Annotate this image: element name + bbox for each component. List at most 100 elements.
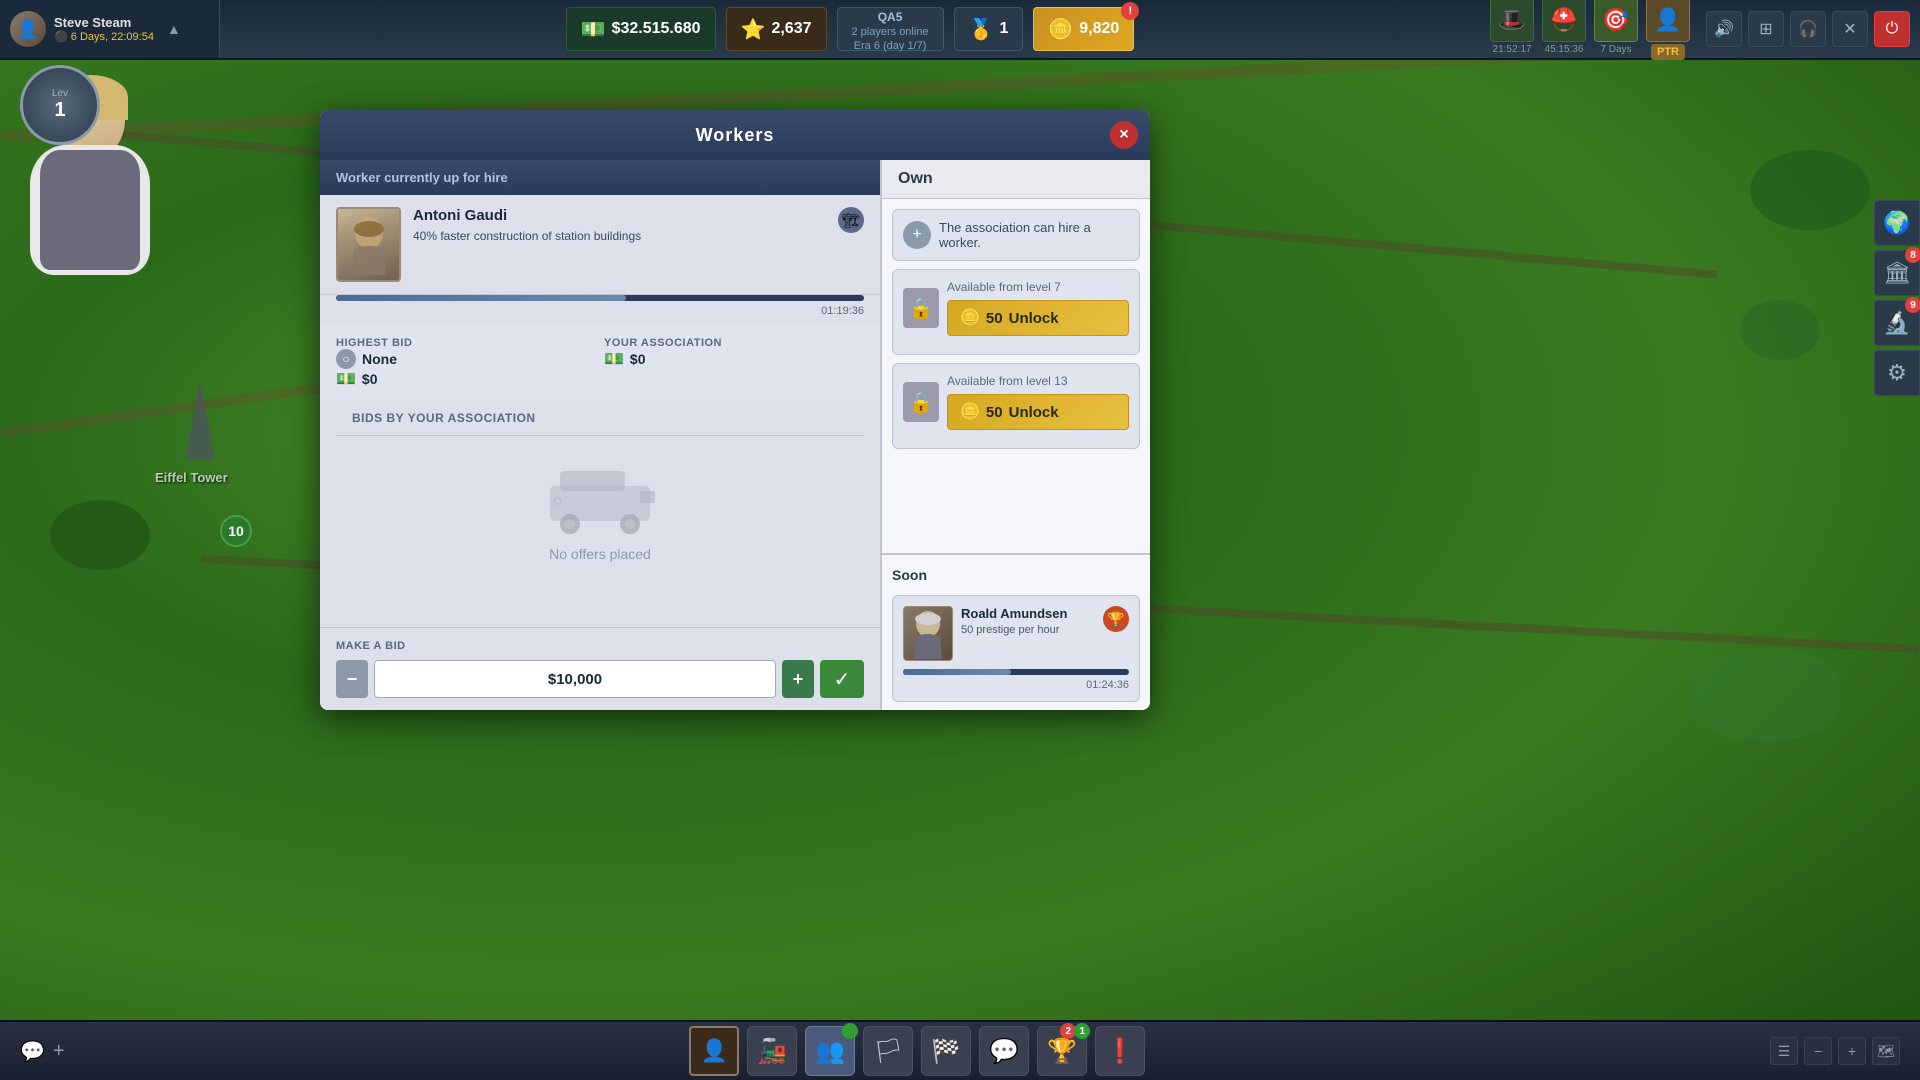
unlock-button-1[interactable]: 🪙 50 Unlock bbox=[947, 300, 1129, 336]
hire-text: The association can hire a worker. bbox=[939, 220, 1129, 250]
hire-plus-icon: + bbox=[903, 221, 931, 249]
gold-alert-badge: ! bbox=[1121, 2, 1139, 20]
coin-icon-2: 🪙 bbox=[960, 402, 980, 422]
highest-bid-section: HIGHEST BID ○ None 💵 $0 bbox=[336, 337, 596, 389]
bid-none-icon: ○ bbox=[336, 349, 356, 369]
timer2-value: 45:15:36 bbox=[1545, 44, 1584, 55]
worker-info: Antoni Gaudi 40% faster construction of … bbox=[413, 207, 826, 245]
assoc-bid-section: YOUR ASSOCIATION 💵 $0 bbox=[604, 337, 864, 389]
assoc-bid-row: 💵 $0 bbox=[604, 349, 864, 369]
research-button[interactable]: 🔬 9 bbox=[1874, 300, 1920, 346]
top-bar-right: 🎩 21:52:17 ⛑️ 45:15:36 🎯 7 Days 👤 PTR 🔊 … bbox=[1480, 0, 1920, 60]
map-eiffel-label: Eiffel Tower bbox=[155, 470, 228, 485]
player-avatar-bottom[interactable]: 👤 bbox=[689, 1026, 739, 1076]
soon-worker-desc: 50 prestige per hour bbox=[961, 624, 1095, 636]
level-num: 1 bbox=[54, 99, 65, 122]
assoc-bid-label: YOUR ASSOCIATION bbox=[604, 337, 864, 349]
bid-amount-input[interactable]: $10,000 bbox=[374, 660, 776, 698]
qa-title: QA5 bbox=[878, 10, 903, 24]
modal-close-button[interactable]: × bbox=[1110, 121, 1138, 149]
locked-slot-1: 🔒 Available from level 7 🪙 50 Unlock bbox=[892, 269, 1140, 355]
hire-worker-slot[interactable]: + The association can hire a worker. bbox=[892, 209, 1140, 261]
chat-bubble-icon[interactable]: 💬 bbox=[20, 1039, 45, 1064]
gold-value: 9,820 bbox=[1079, 20, 1119, 38]
expand-user-button[interactable]: ▲ bbox=[162, 21, 186, 37]
bid-confirm-button[interactable]: ✓ bbox=[820, 660, 864, 698]
bottom-right-icons: ☰ − + 🗺 bbox=[1770, 1037, 1900, 1065]
timer-bar-fill bbox=[336, 295, 626, 301]
highest-bid-money: $0 bbox=[362, 371, 378, 387]
exit-button[interactable]: ⏻ bbox=[1874, 11, 1910, 47]
profile-card-1: 🎩 21:52:17 bbox=[1490, 0, 1534, 60]
username-label: Steve Steam bbox=[54, 15, 154, 30]
lock-level-1: Available from level 7 bbox=[947, 280, 1129, 294]
locked-slot-2: 🔒 Available from level 13 🪙 50 Unlock bbox=[892, 363, 1140, 449]
modal-title: Workers bbox=[696, 125, 775, 146]
timer3-icon[interactable]: 🎯 bbox=[1594, 0, 1638, 42]
worker-card: Antoni Gaudi 40% faster construction of … bbox=[320, 195, 880, 295]
zoom-in-button[interactable]: + bbox=[1838, 1037, 1866, 1065]
user-info-section: 👤 Steve Steam ⚫ 6 Days, 22:09:54 ▲ bbox=[0, 0, 220, 58]
workers-badge bbox=[842, 1023, 858, 1039]
highest-bid-none: None bbox=[362, 351, 397, 367]
lock-icon-1: 🔒 bbox=[903, 288, 939, 328]
bottom-bar: 💬 + 👤 🚂 👥 🏳 🏁 💬 🏆 2 1 ❗ ☰ − + 🗺 bbox=[0, 1020, 1920, 1080]
research-badge: 9 bbox=[1905, 297, 1920, 313]
unlock-label-1: Unlock bbox=[1009, 310, 1059, 327]
own-panel-content: + The association can hire a worker. 🔒 A… bbox=[882, 199, 1150, 553]
ptr-label: PTR bbox=[1651, 44, 1685, 60]
modal-body: Worker currently up for hire bbox=[320, 160, 1150, 710]
coin-icon-1: 🪙 bbox=[960, 308, 980, 328]
top-bar-stats: 💵 $32.515.680 ⭐ 2,637 QA5 2 players onli… bbox=[220, 7, 1480, 51]
nav-achievements-button[interactable]: 🏆 2 1 bbox=[1037, 1026, 1087, 1076]
money-icon: 💵 bbox=[581, 17, 606, 42]
bids-content: No offers placed bbox=[336, 436, 864, 562]
map-button[interactable]: 🗺 bbox=[1872, 1037, 1900, 1065]
building-button[interactable]: 🏛 8 bbox=[1874, 250, 1920, 296]
menu-button[interactable]: ☰ bbox=[1770, 1037, 1798, 1065]
ptr-icon[interactable]: 👤 bbox=[1646, 0, 1690, 42]
profile-card-2: ⛑️ 45:15:36 bbox=[1542, 0, 1586, 60]
nav-train-button[interactable]: 🚂 bbox=[747, 1026, 797, 1076]
gold-icon: 🪙 bbox=[1048, 17, 1073, 42]
unlock-button-2[interactable]: 🪙 50 Unlock bbox=[947, 394, 1129, 430]
soon-worker-row: Roald Amundsen 50 prestige per hour 🏆 bbox=[903, 606, 1129, 661]
nav-workers-button[interactable]: 👥 bbox=[805, 1026, 855, 1076]
bids-header: BIDS BY YOUR ASSOCIATION bbox=[336, 401, 864, 436]
modal-window: Workers × Worker currently up for hire bbox=[320, 110, 1150, 710]
qa-sub1: 2 players online bbox=[852, 26, 929, 38]
profile-card-3: 🎯 7 Days bbox=[1594, 0, 1638, 60]
nav-flags-button[interactable]: 🏳 bbox=[863, 1026, 913, 1076]
bid-plus-button[interactable]: + bbox=[782, 660, 814, 698]
workers-modal: Workers × Worker currently up for hire bbox=[320, 110, 1150, 710]
zoom-out-button[interactable]: − bbox=[1804, 1037, 1832, 1065]
settings2-button[interactable]: ⚙ bbox=[1874, 350, 1920, 396]
medals-value: 1 bbox=[999, 20, 1008, 38]
nav-alerts-button[interactable]: ❗ bbox=[1095, 1026, 1145, 1076]
bid-controls: − $10,000 + ✓ bbox=[336, 660, 864, 698]
hire-header: Worker currently up for hire bbox=[320, 160, 880, 195]
worker-timer-section: 01:19:36 bbox=[320, 295, 880, 325]
unlock-cost-2: 50 bbox=[986, 404, 1003, 421]
highest-bid-money-row: 💵 $0 bbox=[336, 369, 596, 389]
make-bid-label: MAKE A BID bbox=[336, 640, 864, 652]
timer2-icon[interactable]: ⛑️ bbox=[1542, 0, 1586, 42]
headset-button[interactable]: 🎧 bbox=[1790, 11, 1826, 47]
fullscreen-button[interactable]: ⊞ bbox=[1748, 11, 1784, 47]
add-chat-button[interactable]: + bbox=[53, 1040, 65, 1063]
bid-minus-button[interactable]: − bbox=[336, 660, 368, 698]
timer1-icon[interactable]: 🎩 bbox=[1490, 0, 1534, 42]
nav-chat-button[interactable]: 💬 bbox=[979, 1026, 1029, 1076]
settings-button[interactable]: ✕ bbox=[1832, 11, 1868, 47]
globe-button[interactable]: 🌍 bbox=[1874, 200, 1920, 246]
unlock-cost-1: 50 bbox=[986, 310, 1003, 327]
lock-icon-2: 🔒 bbox=[903, 382, 939, 422]
highest-bid-label: HIGHEST BID bbox=[336, 337, 596, 349]
modal-header: Workers × bbox=[320, 110, 1150, 160]
no-offers-text: No offers placed bbox=[549, 546, 651, 562]
sound-button[interactable]: 🔊 bbox=[1706, 11, 1742, 47]
qa-sub2: Era 6 (day 1/7) bbox=[854, 40, 927, 52]
lock-info-2: Available from level 13 🪙 50 Unlock bbox=[947, 374, 1129, 430]
nav-finish-button[interactable]: 🏁 bbox=[921, 1026, 971, 1076]
points-stat: ⭐ 2,637 bbox=[726, 7, 827, 51]
